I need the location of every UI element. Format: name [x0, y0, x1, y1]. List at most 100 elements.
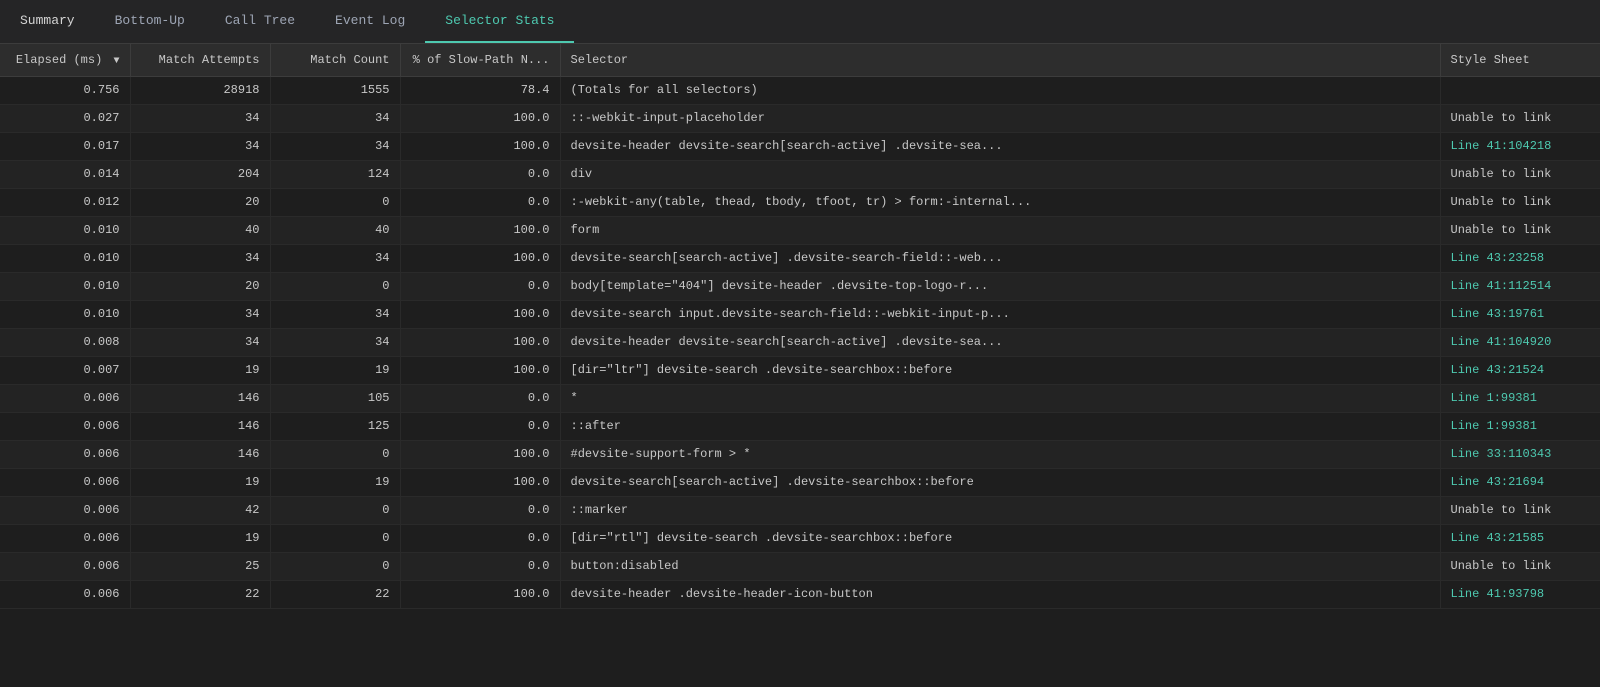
cell-count: 22	[270, 580, 400, 608]
cell-count: 34	[270, 132, 400, 160]
cell-slow: 0.0	[400, 272, 560, 300]
cell-count: 0	[270, 440, 400, 468]
cell-selector: ::-webkit-input-placeholder	[560, 104, 1440, 132]
cell-elapsed: 0.006	[0, 440, 130, 468]
cell-elapsed: 0.010	[0, 272, 130, 300]
cell-attempts: 34	[130, 244, 270, 272]
cell-count: 0	[270, 552, 400, 580]
tab-selector-stats[interactable]: Selector Stats	[425, 0, 574, 43]
cell-slow: 100.0	[400, 244, 560, 272]
sheet-link[interactable]: Line 33:110343	[1451, 447, 1552, 461]
cell-selector: devsite-search[search-active] .devsite-s…	[560, 244, 1440, 272]
tab-event-log[interactable]: Event Log	[315, 0, 425, 43]
cell-sheet	[1440, 76, 1600, 104]
sheet-link[interactable]: Line 41:104218	[1451, 139, 1552, 153]
cell-selector: ::after	[560, 412, 1440, 440]
selector-stats-table: Elapsed (ms) ▼ Match Attempts Match Coun…	[0, 44, 1600, 609]
cell-selector: devsite-header devsite-search[search-act…	[560, 132, 1440, 160]
cell-attempts: 146	[130, 440, 270, 468]
table-row: 0.0064200.0::markerUnable to link	[0, 496, 1600, 524]
cell-count: 34	[270, 328, 400, 356]
cell-selector: #devsite-support-form > *	[560, 440, 1440, 468]
sheet-link[interactable]: Line 1:99381	[1451, 391, 1537, 405]
cell-selector: button:disabled	[560, 552, 1440, 580]
cell-elapsed: 0.008	[0, 328, 130, 356]
cell-selector: devsite-header devsite-search[search-act…	[560, 328, 1440, 356]
tab-summary[interactable]: Summary	[0, 0, 95, 43]
cell-selector: devsite-search[search-active] .devsite-s…	[560, 468, 1440, 496]
cell-count: 19	[270, 356, 400, 384]
table-row: 0.0061461250.0::afterLine 1:99381	[0, 412, 1600, 440]
col-header-attempts: Match Attempts	[130, 44, 270, 76]
table-header: Elapsed (ms) ▼ Match Attempts Match Coun…	[0, 44, 1600, 76]
table-row: 0.0061460100.0#devsite-support-form > *L…	[0, 440, 1600, 468]
col-label-attempts: Match Attempts	[159, 53, 260, 67]
cell-attempts: 204	[130, 160, 270, 188]
cell-elapsed: 0.006	[0, 384, 130, 412]
col-header-sheet: Style Sheet	[1440, 44, 1600, 76]
col-header-slow: % of Slow-Path N...	[400, 44, 560, 76]
cell-count: 40	[270, 216, 400, 244]
cell-attempts: 20	[130, 272, 270, 300]
table-row: 0.0071919100.0[dir="ltr"] devsite-search…	[0, 356, 1600, 384]
cell-sheet: Unable to link	[1440, 160, 1600, 188]
cell-attempts: 20	[130, 188, 270, 216]
cell-elapsed: 0.010	[0, 244, 130, 272]
cell-attempts: 34	[130, 300, 270, 328]
col-label-count: Match Count	[310, 53, 389, 67]
cell-elapsed: 0.014	[0, 160, 130, 188]
cell-sheet: Line 43:21524	[1440, 356, 1600, 384]
cell-sheet: Line 33:110343	[1440, 440, 1600, 468]
sheet-link[interactable]: Line 43:21585	[1451, 531, 1545, 545]
cell-slow: 100.0	[400, 580, 560, 608]
cell-selector: devsite-header .devsite-header-icon-butt…	[560, 580, 1440, 608]
table-row: 0.0173434100.0devsite-header devsite-sea…	[0, 132, 1600, 160]
cell-slow: 0.0	[400, 412, 560, 440]
cell-elapsed: 0.006	[0, 412, 130, 440]
cell-slow: 0.0	[400, 496, 560, 524]
col-label-elapsed: Elapsed (ms)	[16, 53, 102, 67]
cell-sheet: Line 43:21585	[1440, 524, 1600, 552]
sheet-link[interactable]: Line 43:21524	[1451, 363, 1545, 377]
cell-attempts: 42	[130, 496, 270, 524]
sheet-link[interactable]: Line 1:99381	[1451, 419, 1537, 433]
cell-sheet: Line 43:19761	[1440, 300, 1600, 328]
sheet-link[interactable]: Line 43:19761	[1451, 307, 1545, 321]
cell-count: 0	[270, 524, 400, 552]
cell-sheet: Line 41:93798	[1440, 580, 1600, 608]
cell-sheet: Unable to link	[1440, 552, 1600, 580]
col-header-elapsed[interactable]: Elapsed (ms) ▼	[0, 44, 130, 76]
sort-icon-elapsed: ▼	[113, 56, 119, 67]
sheet-link[interactable]: Line 43:23258	[1451, 251, 1545, 265]
cell-sheet: Unable to link	[1440, 496, 1600, 524]
cell-slow: 100.0	[400, 216, 560, 244]
cell-elapsed: 0.027	[0, 104, 130, 132]
table-row: 0.0083434100.0devsite-header devsite-sea…	[0, 328, 1600, 356]
cell-slow: 100.0	[400, 356, 560, 384]
cell-count: 34	[270, 104, 400, 132]
cell-elapsed: 0.756	[0, 76, 130, 104]
cell-attempts: 34	[130, 104, 270, 132]
table-row: 0.0061461050.0*Line 1:99381	[0, 384, 1600, 412]
cell-slow: 0.0	[400, 160, 560, 188]
tab-call-tree[interactable]: Call Tree	[205, 0, 315, 43]
cell-attempts: 146	[130, 412, 270, 440]
cell-count: 19	[270, 468, 400, 496]
sheet-link[interactable]: Line 43:21694	[1451, 475, 1545, 489]
cell-selector: body[template="404"] devsite-header .dev…	[560, 272, 1440, 300]
sheet-link[interactable]: Line 41:104920	[1451, 335, 1552, 349]
sheet-link[interactable]: Line 41:112514	[1451, 279, 1552, 293]
col-label-selector: Selector	[571, 53, 629, 67]
sheet-link[interactable]: Line 41:93798	[1451, 587, 1545, 601]
cell-attempts: 34	[130, 328, 270, 356]
table-row: 0.0102000.0body[template="404"] devsite-…	[0, 272, 1600, 300]
cell-sheet: Line 41:104920	[1440, 328, 1600, 356]
cell-attempts: 25	[130, 552, 270, 580]
cell-count: 34	[270, 244, 400, 272]
cell-count: 0	[270, 188, 400, 216]
cell-sheet: Unable to link	[1440, 216, 1600, 244]
cell-attempts: 19	[130, 468, 270, 496]
cell-slow: 0.0	[400, 524, 560, 552]
tab-bottom-up[interactable]: Bottom-Up	[95, 0, 205, 43]
cell-selector: ::marker	[560, 496, 1440, 524]
